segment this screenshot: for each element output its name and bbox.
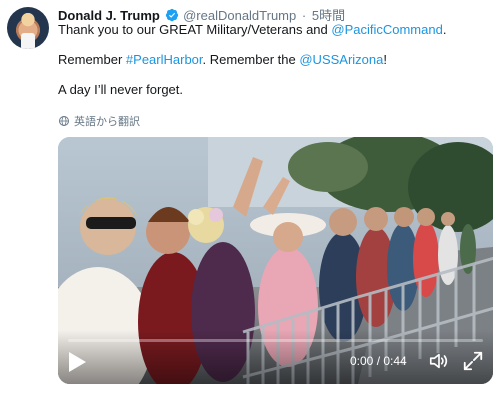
tweet-line-1: Thank you to our GREAT Military/Veterans… <box>58 22 488 37</box>
globe-icon <box>59 116 69 126</box>
tweet-line-3: A day I’ll never forget. <box>58 82 184 97</box>
video-player[interactable]: 0:00 / 0:44 <box>58 137 493 384</box>
translate-label: 英語から翻訳 <box>74 116 140 128</box>
translate-link[interactable]: 英語から翻訳 <box>58 113 140 129</box>
tweet-text: Thank you to our GREAT Military/Veterans… <box>58 22 488 97</box>
volume-icon[interactable] <box>428 350 450 372</box>
video-time-display: 0:00 / 0:44 <box>350 354 407 368</box>
verified-badge-icon <box>166 8 179 22</box>
tweet-header: Donald J. Trump @realDonaldTrump · 5時間 <box>58 5 345 23</box>
mention-link-ussarizona[interactable]: @USSArizona <box>299 52 383 67</box>
text-segment: . <box>442 22 447 37</box>
hashtag-link-pearlharbor[interactable]: #PearlHarbor <box>126 52 203 67</box>
mention-link-pacificcommand[interactable]: @PacificCommand <box>331 22 442 37</box>
video-controls: 0:00 / 0:44 <box>58 330 493 384</box>
play-icon[interactable] <box>66 350 88 374</box>
tweet-line-2: Remember #PearlHarbor. Remember the @USS… <box>58 52 488 67</box>
tweet: Donald J. Trump @realDonaldTrump · 5時間 T… <box>0 0 500 393</box>
separator-dot: · <box>301 8 307 23</box>
user-handle[interactable]: @realDonaldTrump <box>183 8 296 23</box>
text-segment: Thank you to our GREAT Military/Veterans… <box>58 22 332 37</box>
text-segment: ! <box>383 52 387 67</box>
text-segment: Remember <box>58 52 126 67</box>
tweet-timestamp[interactable]: 5時間 <box>312 8 345 23</box>
fullscreen-icon[interactable] <box>462 350 484 372</box>
display-name[interactable]: Donald J. Trump <box>58 8 160 23</box>
text-segment: . Remember the <box>202 52 300 67</box>
avatar[interactable] <box>7 7 49 49</box>
video-progress-bar[interactable] <box>68 339 483 342</box>
